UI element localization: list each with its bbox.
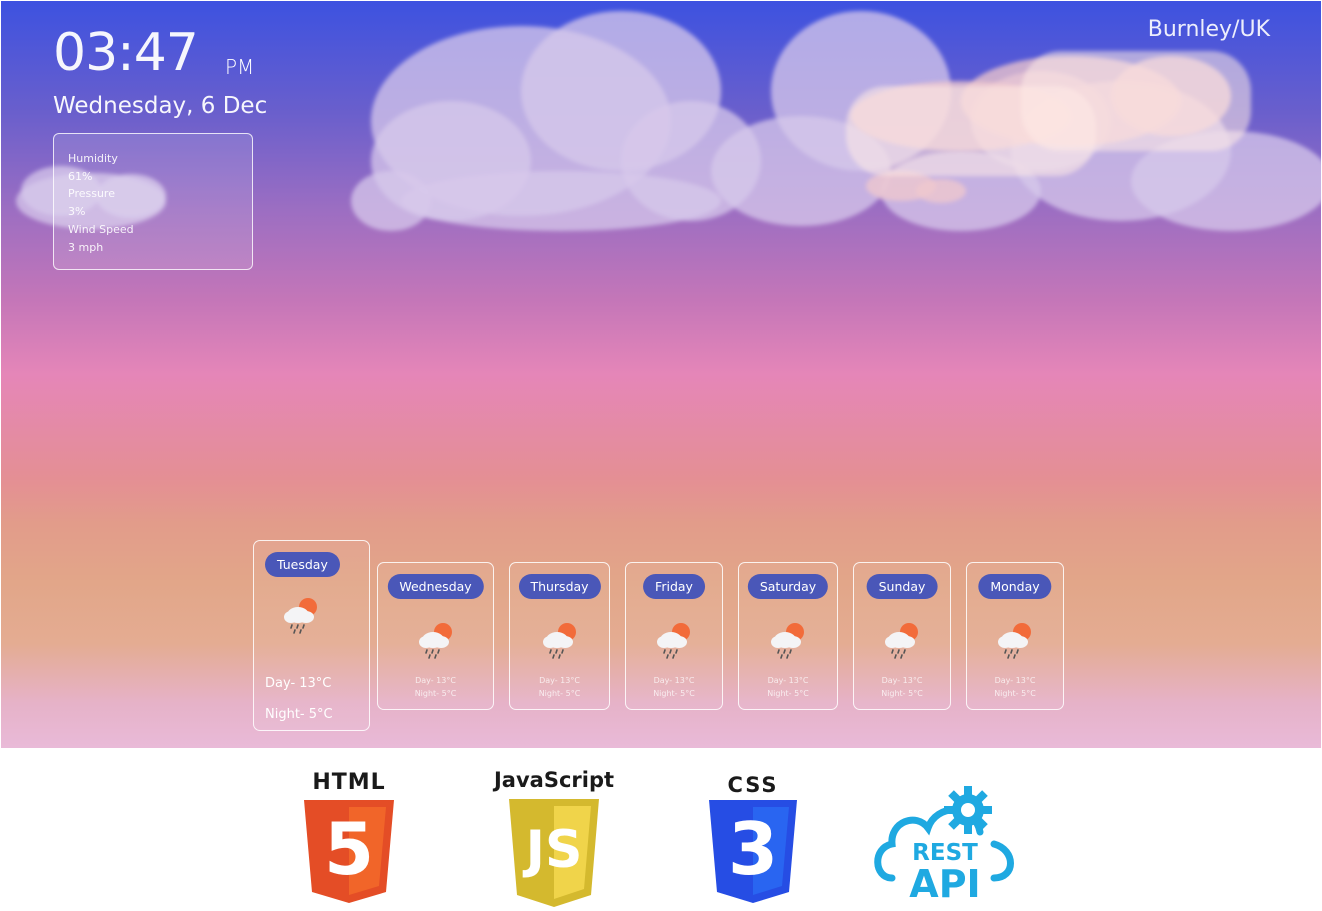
night-temp: Night- 5°C <box>994 689 1036 698</box>
forecast-day-pill: Wednesday <box>387 574 484 599</box>
javascript-logo: JavaScript JS <box>486 766 622 908</box>
rain-cloud-sun-icon <box>994 618 1036 660</box>
rain-cloud-sun-icon <box>539 618 581 660</box>
night-temp: Night- 5°C <box>538 689 581 698</box>
weather-background: 03:47 PM Wednesday, 6 Dec Humidity 61% P… <box>1 1 1321 748</box>
weather-stats-panel: Humidity 61% Pressure 3% Wind Speed 3 mp… <box>53 133 253 270</box>
night-temp: Night- 5°C <box>265 707 333 722</box>
html5-shield-number: 5 <box>323 807 375 891</box>
rain-cloud-sun-icon <box>881 618 923 660</box>
wind-speed-label: Wind Speed <box>68 222 134 236</box>
forecast-temps: Day- 13°C Night- 5°C <box>265 668 369 730</box>
tech-logos-strip: HTML 5 JavaScript JS CSS 3 REST API <box>0 748 1322 911</box>
forecast-day-pill: Saturday <box>747 574 829 599</box>
forecast-card-sunday[interactable]: Sunday Day- 13°C Night- 5°C <box>853 562 951 710</box>
javascript-shield-mark: JS <box>525 820 583 880</box>
css3-logo-text: CSS <box>727 773 779 797</box>
day-temp: Day- 13°C <box>881 676 923 685</box>
humidity-value: 61% <box>68 169 93 183</box>
html5-logo-text: HTML <box>312 770 386 795</box>
clock: 03:47 PM <box>53 23 254 83</box>
location-label: Burnley/UK <box>1147 17 1270 42</box>
rain-cloud-sun-icon <box>653 618 695 660</box>
forecast-temps: Day- 13°C Night- 5°C <box>739 674 837 700</box>
rest-api-bottom-text: API <box>909 862 981 906</box>
day-temp: Day- 13°C <box>265 676 332 691</box>
forecast-day-pill: Friday <box>643 574 705 599</box>
forecast-temps: Day- 13°C Night- 5°C <box>626 674 722 700</box>
forecast-temps: Day- 13°C Night- 5°C <box>510 674 609 700</box>
forecast-card-monday[interactable]: Monday Day- 13°C Night- 5°C <box>966 562 1064 710</box>
clock-ampm: PM <box>224 55 255 79</box>
day-temp: Day- 13°C <box>653 676 695 685</box>
wind-speed-value: 3 mph <box>68 240 104 254</box>
forecast-temps: Day- 13°C Night- 5°C <box>378 674 493 700</box>
night-temp: Night- 5°C <box>881 689 923 698</box>
forecast-card-saturday[interactable]: Saturday Day- 13°C Night- 5°C <box>738 562 838 710</box>
css3-shield-number: 3 <box>727 807 779 891</box>
rain-cloud-sun-icon <box>415 618 457 660</box>
forecast-temps: Day- 13°C Night- 5°C <box>854 674 950 700</box>
html5-logo: HTML 5 <box>300 770 398 905</box>
day-temp: Day- 13°C <box>767 676 809 685</box>
rain-cloud-sun-icon <box>767 618 809 660</box>
forecast-day-pill: Thursday <box>518 574 601 599</box>
forecast-card-tuesday[interactable]: Tuesday Day- 13°C Night- 5°C <box>253 540 370 731</box>
day-temp: Day- 13°C <box>415 676 456 685</box>
humidity-label: Humidity <box>68 152 118 165</box>
forecast-card-wednesday[interactable]: Wednesday Day- 13°C Night- 5°C <box>377 562 494 710</box>
javascript-logo-text: JavaScript <box>493 768 615 792</box>
forecast-card-friday[interactable]: Friday Day- 13°C Night- 5°C <box>625 562 723 710</box>
night-temp: Night- 5°C <box>767 689 809 698</box>
clock-time: 03:47 <box>53 23 199 83</box>
day-temp: Day- 13°C <box>539 676 580 685</box>
day-temp: Day- 13°C <box>994 676 1036 685</box>
rest-api-logo: REST API <box>870 786 1020 906</box>
css3-logo: CSS 3 <box>705 773 801 903</box>
forecast-day-pill: Monday <box>978 574 1052 599</box>
night-temp: Night- 5°C <box>653 689 695 698</box>
rain-cloud-sun-icon <box>280 593 322 635</box>
pressure-value: 3% <box>68 205 86 219</box>
forecast-day-pill: Sunday <box>866 574 938 599</box>
pressure-label: Pressure <box>68 187 115 201</box>
forecast-temps: Day- 13°C Night- 5°C <box>967 674 1063 700</box>
forecast-card-thursday[interactable]: Thursday Day- 13°C Night- 5°C <box>509 562 610 710</box>
current-date: Wednesday, 6 Dec <box>53 93 268 119</box>
night-temp: Night- 5°C <box>414 689 457 698</box>
forecast-day-pill: Tuesday <box>265 552 340 577</box>
